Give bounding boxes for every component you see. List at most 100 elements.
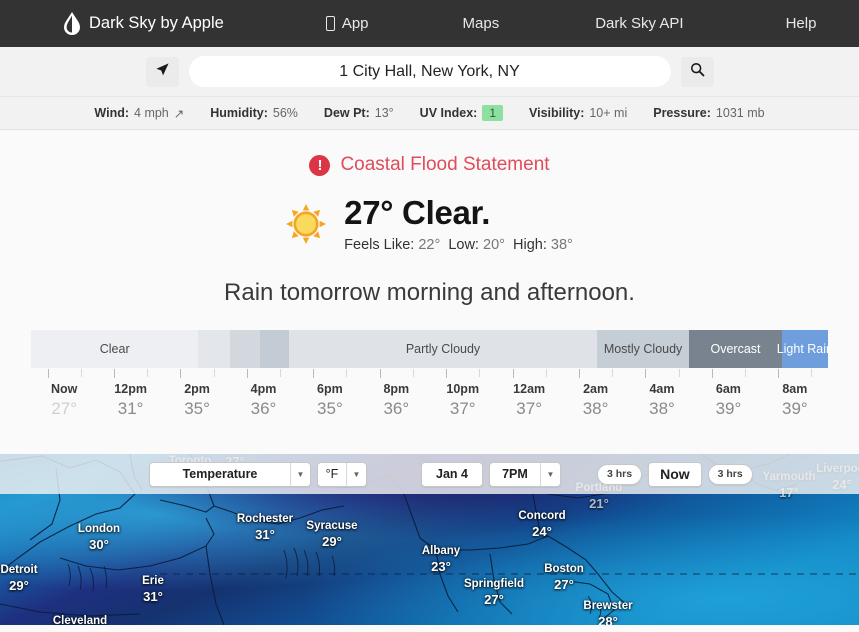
tick-mark: [612, 369, 614, 377]
hourly-time: 2pm: [184, 382, 210, 396]
stat-visibility-value: 10+ mi: [589, 106, 628, 120]
locate-me-button[interactable]: [145, 56, 179, 87]
top-navigation-bar: Dark Sky by Apple App Maps Dark Sky API …: [0, 0, 859, 47]
map-date-button[interactable]: Jan 4: [421, 461, 483, 487]
search-bar: [0, 47, 859, 97]
hourly-temperature: 38°: [582, 399, 609, 418]
tick-mark: [379, 369, 381, 378]
tick-mark: [645, 369, 647, 378]
stat-humidity-label: Humidity:: [210, 106, 268, 120]
low-value: 20°: [483, 237, 505, 254]
hourly-list: Now 27° 12pm 31° 2pm 35° 4pm 36° 6pm 35° 8pm 36° 10p…: [31, 382, 828, 419]
hourly-time: 4am: [649, 382, 675, 396]
condition-segment: Light Rain: [777, 330, 828, 368]
hourly-item[interactable]: 8am 39°: [762, 382, 828, 419]
brand-link[interactable]: Dark Sky by Apple: [64, 12, 224, 35]
chevron-down-icon: ▼: [346, 462, 366, 486]
weather-alert-label: Coastal Flood Statement: [340, 154, 550, 175]
stat-dew-point: Dew Pt: 13°: [324, 106, 394, 120]
tick-mark: [114, 369, 116, 378]
high-label: High:: [513, 237, 547, 254]
stat-dew-point-value: 13°: [374, 106, 394, 120]
tick-mark: [313, 369, 315, 378]
hourly-item[interactable]: 2am 38°: [562, 382, 628, 419]
map-step-back-button[interactable]: 3 hrs: [596, 463, 643, 485]
nav-item-dark-sky-api[interactable]: Dark Sky API: [595, 15, 683, 32]
map-time-select[interactable]: 7PM ▼: [488, 461, 561, 487]
nav-item-help[interactable]: Help: [786, 15, 817, 32]
map-unit-select[interactable]: °F ▼: [317, 461, 367, 487]
stat-dew-point-label: Dew Pt:: [323, 106, 370, 120]
map-date-value: Jan 4: [436, 467, 468, 481]
tick-mark: [744, 369, 746, 377]
hourly-temperature: 38°: [649, 399, 675, 418]
hourly-time: 6am: [715, 382, 741, 396]
hourly-time: 4pm: [250, 382, 277, 396]
navigation-arrow-icon: [155, 62, 170, 82]
feels-like-value: 22°: [418, 237, 441, 254]
condition-segment: [230, 330, 260, 368]
map-layer-value: Temperature: [182, 467, 258, 481]
hourly-time: 8pm: [383, 382, 410, 396]
hourly-item[interactable]: 6am 39°: [695, 382, 761, 419]
hourly-item[interactable]: 4pm 36°: [230, 382, 296, 419]
nav-item-app[interactable]: App: [325, 15, 369, 32]
hourly-temperature: 35°: [317, 399, 343, 418]
current-conditions: 27° Clear. Feels Like: 22° Low: 20° High…: [0, 194, 859, 253]
hourly-item[interactable]: 8pm 36°: [363, 382, 429, 419]
dark-sky-logo-icon: [64, 12, 80, 35]
hourly-temperature: 39°: [781, 399, 808, 418]
tick-mark: [512, 369, 514, 378]
nav-item-help-label: Help: [785, 15, 817, 32]
hourly-item[interactable]: 4am 38°: [629, 382, 695, 419]
stat-uv-index-label: UV Index:: [419, 106, 478, 120]
forecast-summary: Rain tomorrow morning and afternoon.: [224, 279, 635, 307]
hourly-temperature: 37°: [449, 399, 476, 418]
low-label: Low:: [448, 237, 479, 254]
hourly-item[interactable]: 6pm 35°: [297, 382, 363, 419]
stat-humidity-value: 56%: [272, 106, 298, 120]
current-temperature-details: Feels Like: 22° Low: 20° High: 38°: [344, 237, 573, 253]
condition-segment: Clear: [31, 330, 199, 368]
nav-item-maps[interactable]: Maps: [463, 15, 500, 32]
stat-pressure-value: 1031 mb: [715, 106, 765, 120]
hourly-time: 6pm: [317, 382, 343, 396]
search-button[interactable]: [680, 56, 714, 87]
hourly-item[interactable]: Now 27°: [31, 382, 97, 419]
hourly-item[interactable]: 2pm 35°: [164, 382, 230, 419]
search-icon: [690, 62, 705, 82]
hourly-temperature: 31°: [117, 399, 144, 418]
uv-index-badge: 1: [482, 105, 504, 121]
nav-item-api-label: Dark Sky API: [595, 15, 684, 32]
tick-mark: [479, 369, 481, 377]
weather-alert-banner[interactable]: ! Coastal Flood Statement: [0, 130, 859, 176]
weather-map[interactable]: Temperature ▼ °F ▼ Jan 4 7PM ▼ 3 hrs Now…: [0, 454, 859, 625]
map-step-forward-label: 3 hrs: [717, 468, 743, 480]
hourly-item[interactable]: 12pm 31°: [97, 382, 163, 419]
chevron-down-icon: ▼: [539, 462, 560, 486]
stat-uv-index: UV Index: 1: [419, 105, 504, 121]
tick-mark: [446, 369, 448, 378]
tick-mark: [147, 369, 149, 377]
condition-segment: [259, 330, 290, 368]
map-time-step-group: 3 hrs Now 3 hrs: [596, 461, 753, 487]
hourly-temperature: 27°: [51, 399, 78, 418]
stat-pressure-label: Pressure:: [653, 106, 711, 120]
map-step-forward-button[interactable]: 3 hrs: [707, 463, 753, 485]
brand-label: Dark Sky by Apple: [89, 14, 224, 32]
hourly-tick-marks: [31, 368, 828, 380]
hourly-temperature: 35°: [184, 399, 210, 418]
hourly-item[interactable]: 10pm 37°: [430, 382, 496, 419]
map-now-button[interactable]: Now: [648, 461, 702, 487]
hourly-time: 2am: [583, 382, 609, 396]
condition-segment: [198, 330, 231, 368]
hourly-time: Now: [51, 382, 78, 396]
map-layer-select[interactable]: Temperature ▼: [149, 461, 311, 487]
tick-mark: [678, 369, 680, 377]
hourly-item[interactable]: 12am 37°: [496, 382, 562, 419]
tick-mark: [412, 369, 414, 377]
conditions-stats-row: Wind: 4 mph ↗ Humidity: 56% Dew Pt: 13° …: [0, 97, 859, 130]
chevron-down-icon: ▼: [290, 462, 310, 486]
tick-mark: [246, 369, 248, 378]
search-input[interactable]: [188, 56, 671, 87]
